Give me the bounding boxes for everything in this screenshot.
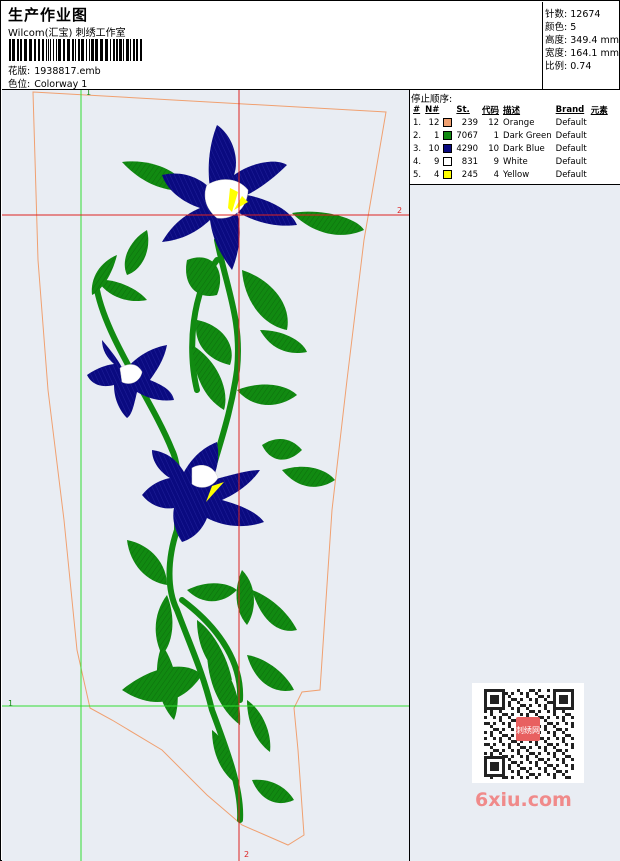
table-row: 3. 10 4290 10 Dark Blue Default [411, 142, 610, 155]
guide-v1-label: 1 [86, 90, 92, 97]
row-brand: Default [555, 156, 587, 167]
row-index: 5. [413, 169, 422, 180]
row-desc: Yellow [503, 169, 530, 180]
row-desc: White [503, 156, 528, 167]
row-element [589, 116, 610, 129]
row-swatch [441, 155, 454, 168]
stat-scale-label: 比例: [545, 61, 568, 72]
col-needle: N# [425, 104, 440, 115]
design-stats: 针数: 12674 颜色: 5 高度: 349.4 mm 宽度: 164.1 m… [543, 2, 620, 89]
table-header-row: # N# St. 代码 描述 Brand 元素 [411, 103, 610, 116]
row-desc: Orange [503, 117, 535, 128]
row-needle: 10 [428, 143, 440, 154]
col-desc: 描述 [503, 105, 521, 116]
color-swatch [443, 143, 453, 153]
stat-colors: 颜色: 5 [545, 19, 576, 33]
table-row: 1. 12 239 12 Orange Default [411, 116, 610, 129]
color-swatch [443, 117, 453, 127]
row-index: 3. [413, 143, 422, 154]
table-row: 4. 9 831 9 White Default [411, 155, 610, 168]
stop-sequence-box: 停止顺序: # N# St. 代码 描述 Brand 元素 1. 12 239 12 O… [410, 90, 620, 185]
stat-height: 高度: 349.4 mm [545, 32, 619, 46]
color-swatch [443, 130, 453, 140]
row-element [589, 168, 610, 181]
row-brand: Default [555, 130, 587, 141]
row-needle: 12 [428, 117, 440, 128]
col-index: # [413, 104, 421, 115]
row-index: 1. [413, 117, 422, 128]
barcode-icon [9, 39, 142, 61]
table-row: 2. 1 7067 1 Dark Green Default [411, 129, 610, 142]
stat-width: 宽度: 164.1 mm [545, 45, 619, 59]
row-swatch [441, 168, 454, 181]
col-swatch [441, 103, 454, 116]
row-needle: 4 [433, 169, 440, 180]
studio-subtitle: Wilcom(汇宝) 刺绣工作室 [8, 28, 126, 39]
guide-v2-label: 2 [244, 850, 250, 859]
col-stitches: St. [456, 104, 470, 115]
row-index: 2. [413, 130, 422, 141]
col-element: 元素 [590, 105, 608, 116]
page-title: 生产作业图 [8, 6, 89, 24]
stat-scale: 比例: 0.74 [545, 58, 591, 72]
qr-badge-text: 刺绣网 [516, 725, 540, 735]
color-swatch [443, 156, 453, 166]
row-stitches: 7067 [456, 130, 479, 141]
row-stitches: 831 [461, 156, 479, 167]
stat-stitches: 针数: 12674 [545, 6, 600, 20]
row-swatch [441, 116, 454, 129]
row-needle: 1 [433, 130, 440, 141]
colorway-label: 色位: [8, 79, 31, 90]
row-code: 1 [493, 130, 500, 141]
header-info: 生产作业图 Wilcom(汇宝) 刺绣工作室 花版: 1938817.emb 色位… [2, 2, 542, 90]
row-code: 10 [488, 143, 500, 154]
row-code: 9 [493, 156, 500, 167]
production-worksheet: 生产作业图 Wilcom(汇宝) 刺绣工作室 花版: 1938817.emb 色位… [0, 0, 620, 861]
row-element [589, 142, 610, 155]
guide-h2-label: 2 [397, 206, 403, 215]
table-row: 5. 4 245 4 Yellow Default [411, 168, 610, 181]
color-sequence-table: # N# St. 代码 描述 Brand 元素 1. 12 239 12 Orange D… [411, 103, 610, 181]
embroidery-preview [2, 90, 409, 861]
row-brand: Default [555, 169, 587, 180]
row-needle: 9 [433, 156, 440, 167]
stop-sequence-panel: 停止顺序: # N# St. 代码 描述 Brand 元素 1. 12 239 12 O… [410, 90, 620, 861]
row-desc: Dark Green [503, 130, 552, 141]
row-index: 4. [413, 156, 422, 167]
color-swatch [443, 169, 453, 179]
design-file-label: 花版: [8, 66, 31, 77]
row-swatch [441, 142, 454, 155]
guide-h1-label: 1 [8, 699, 14, 708]
stems [94, 237, 244, 823]
row-brand: Default [555, 143, 587, 154]
row-code: 12 [488, 117, 500, 128]
row-desc: Dark Blue [503, 143, 545, 154]
row-swatch [441, 129, 454, 142]
embroidery-design-canvas: 1 2 1 2 [2, 90, 409, 861]
col-brand: Brand [555, 104, 585, 115]
qr-code-icon: 刺绣网 [472, 683, 584, 783]
row-element [589, 155, 610, 168]
row-brand: Default [555, 117, 587, 128]
row-element [589, 129, 610, 142]
row-stitches: 245 [461, 169, 479, 180]
stat-scale-value: 0.74 [570, 61, 592, 72]
colorway-line: 色位: Colorway 1 [8, 76, 87, 90]
design-file-line: 花版: 1938817.emb [8, 63, 101, 77]
row-stitches: 4290 [456, 143, 479, 154]
row-code: 4 [493, 169, 500, 180]
watermark-text: 6xiu.com [475, 789, 572, 811]
row-stitches: 239 [461, 117, 479, 128]
col-code: 代码 [482, 105, 500, 116]
